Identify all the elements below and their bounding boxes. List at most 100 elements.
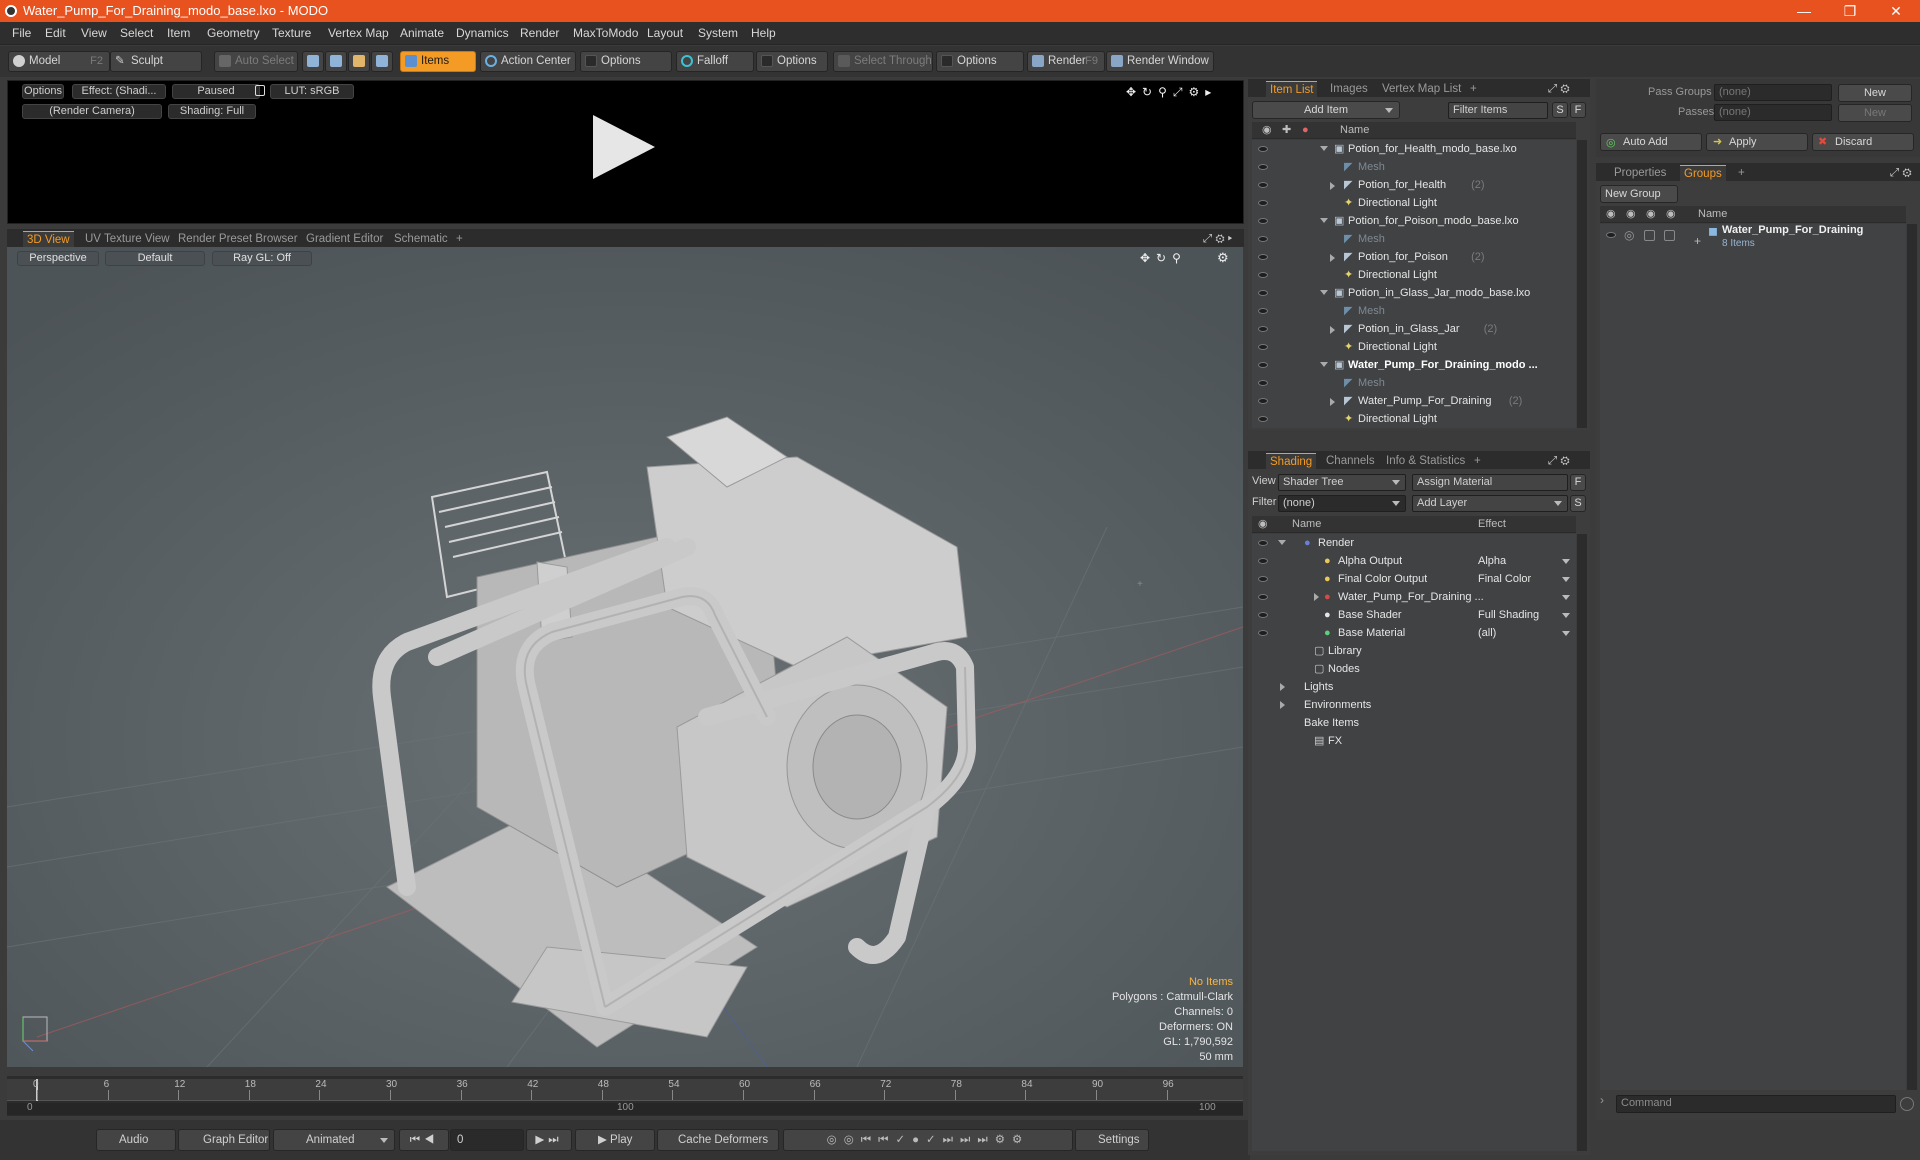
shader-tree-row[interactable]: Environments: [1252, 696, 1576, 714]
tab-schematic[interactable]: Schematic: [390, 231, 452, 247]
shader-tree-row[interactable]: ● Base Material (all): [1252, 624, 1576, 642]
filter-f-button[interactable]: F: [1570, 102, 1586, 118]
play-preview-icon[interactable]: [593, 115, 655, 179]
play-button[interactable]: ▶ Play: [575, 1129, 655, 1151]
visibility-eye-icon[interactable]: [1258, 272, 1268, 278]
panel-expand-icon[interactable]: ⤢ ⚙: [1886, 165, 1916, 181]
tab-groups[interactable]: Groups: [1680, 165, 1726, 181]
key-tools-icons[interactable]: ◎◎⏮⏮✓●✓⏭⏭⏭⚙⚙: [783, 1129, 1073, 1151]
auto-select-button[interactable]: Auto Select: [214, 51, 298, 72]
auto-add-button[interactable]: ◎ Auto Add: [1600, 133, 1702, 151]
visibility-eye-icon[interactable]: [1258, 182, 1268, 188]
effect-dropdown-icon[interactable]: [1562, 595, 1570, 600]
expand-arrow-icon[interactable]: [1330, 326, 1335, 334]
animated-dropdown[interactable]: Animated: [273, 1129, 395, 1151]
action-center-button[interactable]: Action Center: [480, 51, 576, 72]
item-list-row[interactable]: ✦ Directional Light: [1252, 266, 1576, 284]
item-list-row[interactable]: ◤ Mesh: [1252, 302, 1576, 320]
shader-effect-value[interactable]: Full Shading: [1478, 606, 1539, 624]
add-tab-icon[interactable]: +: [1734, 165, 1749, 181]
polygons-mode-button[interactable]: [348, 51, 370, 72]
perspective-dropdown[interactable]: Perspective: [17, 251, 99, 266]
tab-render-preset-browser[interactable]: Render Preset Browser: [174, 231, 302, 247]
collapse-arrow-icon[interactable]: [1320, 146, 1328, 151]
item-list-row[interactable]: ◤ Potion_in_Glass_Jar (2): [1252, 320, 1576, 338]
menu-layout[interactable]: Layout: [647, 26, 683, 40]
shader-tree-row[interactable]: ● Render: [1252, 534, 1576, 552]
tab-gradient-editor[interactable]: Gradient Editor: [302, 231, 387, 247]
materials-mode-button[interactable]: [371, 51, 393, 72]
discard-button[interactable]: ✖ Discard: [1812, 133, 1914, 151]
visibility-eye-icon[interactable]: [1606, 232, 1616, 238]
shader-tree-scrollbar[interactable]: [1577, 534, 1587, 1151]
shading-s-button[interactable]: S: [1570, 495, 1586, 512]
menu-maxtomodo[interactable]: MaxToModo: [573, 26, 638, 40]
filter-items-input[interactable]: Filter Items: [1448, 102, 1548, 119]
assign-material-button[interactable]: Assign Material: [1412, 474, 1568, 491]
preview-effect-dropdown[interactable]: Effect: (Shadi...: [72, 84, 166, 99]
expand-arrow-icon[interactable]: [1314, 593, 1319, 601]
shader-tree-row[interactable]: ▢ Library: [1252, 642, 1576, 660]
add-tab-icon[interactable]: +: [1470, 453, 1485, 469]
tab-shading[interactable]: Shading: [1266, 453, 1317, 469]
render-preview[interactable]: Options Effect: (Shadi... Paused LUT: sR…: [7, 80, 1244, 224]
items-mode-button[interactable]: Items: [400, 51, 476, 72]
tab-properties[interactable]: Properties: [1610, 165, 1670, 181]
visibility-eye-icon[interactable]: [1258, 218, 1268, 224]
group-row[interactable]: ◎ + ◼ Water_Pump_For_Draining 8 Items: [1600, 224, 1906, 254]
edges-mode-button[interactable]: [325, 51, 347, 72]
shader-effect-value[interactable]: Final Color: [1478, 570, 1531, 588]
visibility-eye-icon[interactable]: [1258, 344, 1268, 350]
menu-item[interactable]: Item: [167, 26, 190, 40]
visibility-eye-icon[interactable]: [1258, 326, 1268, 332]
select-through-options-button[interactable]: Options: [936, 51, 1024, 72]
expand-arrow-icon[interactable]: [1330, 182, 1335, 190]
select-checkbox[interactable]: [1664, 230, 1675, 241]
render-camera-dropdown[interactable]: (Render Camera): [22, 104, 162, 119]
item-list-row[interactable]: ✦ Directional Light: [1252, 194, 1576, 212]
menu-system[interactable]: System: [698, 26, 738, 40]
pass-groups-dropdown[interactable]: (none): [1714, 84, 1832, 101]
new-pass-group-button[interactable]: New: [1838, 84, 1912, 102]
filter-s-button[interactable]: S: [1552, 102, 1568, 118]
visibility-eye-icon[interactable]: [1258, 362, 1268, 368]
shader-tree-row[interactable]: ● Alpha Output Alpha: [1252, 552, 1576, 570]
visibility-eye-icon[interactable]: [1258, 594, 1268, 600]
shader-tree-row[interactable]: Bake Items: [1252, 714, 1576, 732]
visibility-eye-icon[interactable]: [1258, 164, 1268, 170]
graph-editor-button[interactable]: Graph Editor: [178, 1129, 270, 1151]
visibility-eye-icon[interactable]: [1258, 576, 1268, 582]
new-group-button[interactable]: New Group: [1600, 185, 1678, 203]
groups-scrollbar[interactable]: [1907, 224, 1917, 1090]
visibility-eye-icon[interactable]: [1258, 290, 1268, 296]
panel-expand-icon[interactable]: ⤢ ⚙: [1544, 81, 1574, 97]
tab-item-list[interactable]: Item List: [1266, 81, 1318, 97]
expand-arrow-icon[interactable]: [1280, 701, 1285, 709]
menu-texture[interactable]: Texture: [272, 26, 311, 40]
preview-paused-button[interactable]: Paused: [172, 84, 260, 99]
menu-render[interactable]: Render: [520, 26, 559, 40]
item-list-row[interactable]: ▣ Water_Pump_For_Draining_modo ...: [1252, 356, 1576, 374]
add-tab-icon[interactable]: +: [1466, 81, 1481, 97]
viewport-nav-icons[interactable]: ✥↻⚲: [1140, 251, 1187, 265]
tab-images[interactable]: Images: [1326, 81, 1372, 97]
item-list-row[interactable]: ▣ Potion_in_Glass_Jar_modo_base.lxo: [1252, 284, 1576, 302]
expand-arrow-icon[interactable]: [1280, 683, 1285, 691]
visibility-eye-icon[interactable]: [1258, 200, 1268, 206]
item-list-row[interactable]: ◤ Mesh: [1252, 230, 1576, 248]
visibility-eye-icon[interactable]: [1258, 236, 1268, 242]
render-window-button[interactable]: Render Window: [1106, 51, 1214, 72]
minimize-icon[interactable]: —: [1784, 2, 1824, 20]
3d-viewport[interactable]: + Perspective Default Ray GL: Off ✥↻⚲ ⚙ …: [7, 247, 1243, 1067]
shading-f-button[interactable]: F: [1570, 474, 1586, 491]
item-list-row[interactable]: ◤ Potion_for_Poison (2): [1252, 248, 1576, 266]
step-forward-buttons[interactable]: ▶⏭: [526, 1129, 572, 1151]
shader-tree-row[interactable]: ● Water_Pump_For_Draining ...: [1252, 588, 1576, 606]
passes-dropdown[interactable]: (none): [1714, 104, 1832, 121]
restore-icon[interactable]: ❐: [1830, 2, 1870, 20]
collapse-arrow-icon[interactable]: [1278, 540, 1286, 545]
tab-3d-view[interactable]: 3D View: [23, 231, 74, 247]
viewport-settings-icon[interactable]: ⚙: [1217, 250, 1229, 266]
vertices-mode-button[interactable]: [302, 51, 324, 72]
shader-effect-value[interactable]: (all): [1478, 624, 1496, 642]
